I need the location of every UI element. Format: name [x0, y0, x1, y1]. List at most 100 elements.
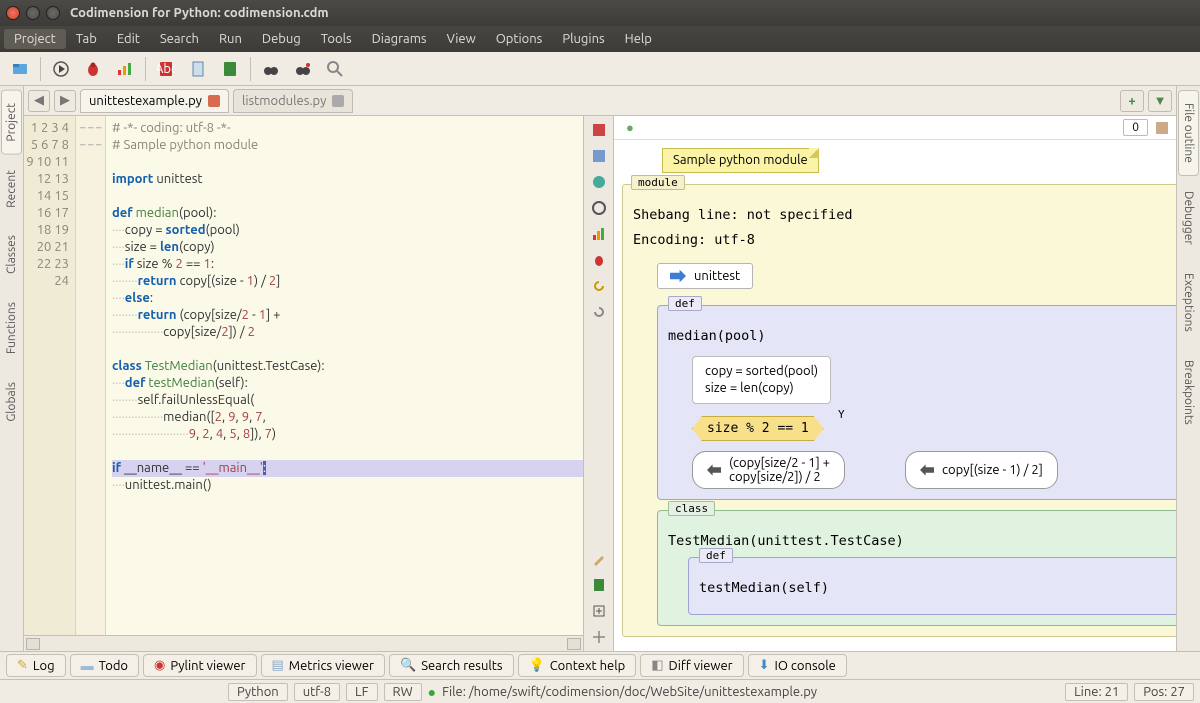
search-icon[interactable]: [321, 55, 349, 83]
binoculars-icon[interactable]: [257, 55, 285, 83]
horizontal-scrollbar[interactable]: [24, 635, 583, 651]
scroll-left-icon[interactable]: [26, 638, 40, 650]
debug-icon[interactable]: [79, 55, 107, 83]
def-box: def median(pool) copy = sorted(pool) siz…: [657, 305, 1176, 500]
tool-move-icon[interactable]: [591, 629, 607, 645]
status-eol[interactable]: LF: [346, 683, 377, 701]
return-text: (copy[size/2 - 1] +: [729, 456, 830, 470]
add-tab-icon[interactable]: +: [1120, 90, 1144, 112]
file-tab-active[interactable]: unittestexample.py: [80, 89, 229, 113]
import-box: unittest: [657, 263, 753, 289]
svg-text:Abc: Abc: [157, 62, 175, 76]
sidebar-tab-recent[interactable]: Recent: [1, 157, 22, 221]
chart-icon[interactable]: [111, 55, 139, 83]
tab-dropdown-icon[interactable]: ▼: [1148, 90, 1172, 112]
menu-search[interactable]: Search: [150, 29, 209, 49]
menu-options[interactable]: Options: [486, 29, 553, 49]
bottom-tab-io[interactable]: ⬇IO console: [748, 654, 847, 677]
settings-icon[interactable]: [1154, 120, 1170, 136]
bottom-tab-pylint[interactable]: ◉Pylint viewer: [143, 654, 256, 677]
status-line[interactable]: Line: 21: [1065, 683, 1128, 701]
tool-redo-icon[interactable]: [591, 304, 607, 320]
close-tab-icon[interactable]: [332, 95, 344, 107]
file-tab-inactive[interactable]: listmodules.py: [233, 89, 353, 113]
line-gutter: 1 2 3 4 5 6 7 8 9 10 11 12 13 14 15 16 1…: [24, 116, 76, 635]
maximize-icon[interactable]: [46, 6, 60, 20]
return-row: (copy[size/2 - 1] + copy[size/2]) / 2 co…: [692, 451, 1176, 489]
window-title: Codimension for Python: codimension.cdm: [70, 6, 329, 20]
encoding-text: Encoding: utf-8: [633, 232, 1176, 249]
tool-chart-icon[interactable]: [591, 226, 607, 242]
class-box: class TestMedian(unittest.TestCase) def …: [657, 510, 1176, 626]
zoom-level[interactable]: 0: [1123, 119, 1148, 136]
bottom-tab-metrics[interactable]: ▤Metrics viewer: [261, 654, 386, 677]
sidebar-tab-file-outline[interactable]: File outline: [1178, 90, 1199, 176]
find-bug-icon[interactable]: [289, 55, 317, 83]
status-language[interactable]: Python: [228, 683, 288, 701]
code-line: copy = sorted(pool): [705, 363, 818, 380]
book-icon[interactable]: [216, 55, 244, 83]
tool-undo-icon[interactable]: [591, 278, 607, 294]
run-icon[interactable]: [47, 55, 75, 83]
sidebar-tab-functions[interactable]: Functions: [1, 289, 22, 367]
sidebar-tab-breakpoints[interactable]: Breakpoints: [1178, 347, 1199, 438]
menu-edit[interactable]: Edit: [107, 29, 150, 49]
menu-run[interactable]: Run: [209, 29, 252, 49]
dictionary-icon[interactable]: Abc: [152, 55, 180, 83]
sidebar-tab-debugger[interactable]: Debugger: [1178, 178, 1199, 258]
scroll-right-icon[interactable]: [567, 638, 581, 650]
nav-forward-icon[interactable]: ▶: [54, 90, 76, 112]
tool-bug-icon[interactable]: [591, 252, 607, 268]
close-icon[interactable]: [6, 6, 20, 20]
inner-def-label: def: [699, 548, 733, 563]
def-label: def: [668, 296, 702, 311]
tool-icon[interactable]: [591, 122, 607, 138]
fold-column[interactable]: – – – – – –: [76, 116, 106, 635]
bottom-tab-search[interactable]: 🔍Search results: [389, 654, 514, 677]
decision-y-label: Y: [838, 408, 845, 421]
close-tab-icon[interactable]: [208, 95, 220, 107]
return-true-box: copy[(size - 1) / 2]: [905, 451, 1058, 489]
status-pos[interactable]: Pos: 27: [1134, 683, 1194, 701]
status-filepath: File: /home/swift/codimension/doc/WebSit…: [442, 685, 817, 699]
code-editor[interactable]: 1 2 3 4 5 6 7 8 9 10 11 12 13 14 15 16 1…: [24, 116, 583, 635]
bottom-tab-context[interactable]: 💡Context help: [518, 654, 637, 677]
page-icon[interactable]: [184, 55, 212, 83]
bottom-tab-todo[interactable]: ▬Todo: [70, 654, 139, 677]
minimize-icon[interactable]: [26, 6, 40, 20]
tool-icon[interactable]: [591, 148, 607, 164]
bottom-tab-diff[interactable]: ◧Diff viewer: [640, 654, 743, 677]
tool-book-icon[interactable]: [591, 577, 607, 593]
diagram-canvas[interactable]: Sample python module module Shebang line…: [614, 140, 1176, 651]
window-controls: [6, 6, 60, 20]
btab-label: Context help: [550, 659, 626, 673]
menu-tab[interactable]: Tab: [66, 29, 107, 49]
return-text: copy[(size - 1) / 2]: [942, 463, 1043, 477]
sidebar-tab-project[interactable]: Project: [1, 90, 22, 155]
menu-project[interactable]: Project: [4, 29, 66, 49]
status-mode[interactable]: RW: [384, 683, 422, 701]
sidebar-tab-classes[interactable]: Classes: [1, 222, 22, 287]
menu-diagrams[interactable]: Diagrams: [362, 29, 437, 49]
menu-plugins[interactable]: Plugins: [552, 29, 614, 49]
import-arrow-icon: [670, 268, 686, 284]
tool-pencil-icon[interactable]: [591, 551, 607, 567]
tool-globe-icon[interactable]: [591, 174, 607, 190]
titlebar: Codimension for Python: codimension.cdm: [0, 0, 1200, 26]
menu-help[interactable]: Help: [615, 29, 662, 49]
sidebar-tab-exceptions[interactable]: Exceptions: [1178, 260, 1199, 345]
menu-debug[interactable]: Debug: [252, 29, 311, 49]
btab-label: IO console: [775, 659, 836, 673]
status-encoding[interactable]: utf-8: [294, 683, 340, 701]
menu-view[interactable]: View: [437, 29, 486, 49]
tool-refresh-icon[interactable]: [591, 200, 607, 216]
module-box: module Shebang line: not specified Encod…: [622, 184, 1176, 637]
project-icon[interactable]: [6, 55, 34, 83]
nav-back-icon[interactable]: ◀: [28, 90, 50, 112]
bottom-tab-log[interactable]: ✎Log: [6, 654, 66, 677]
menu-tools[interactable]: Tools: [311, 29, 362, 49]
editor-split: 1 2 3 4 5 6 7 8 9 10 11 12 13 14 15 16 1…: [24, 116, 1176, 651]
code-content[interactable]: # -*- coding: utf-8 -*- # Sample python …: [106, 116, 583, 635]
sidebar-tab-globals[interactable]: Globals: [1, 369, 22, 435]
tool-export-icon[interactable]: [591, 603, 607, 619]
